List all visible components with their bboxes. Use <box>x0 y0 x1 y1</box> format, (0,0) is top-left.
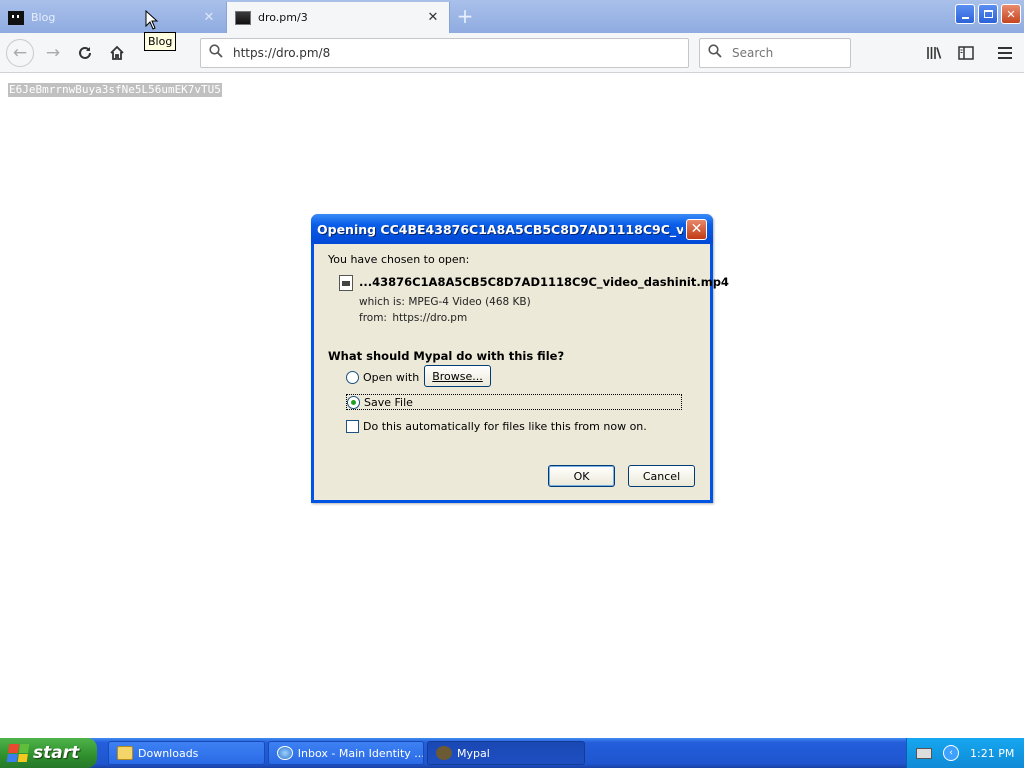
file-name: ...43876C1A8A5CB5C8D7AD1118C9C_video_das… <box>359 275 729 289</box>
close-icon: ✕ <box>690 221 703 237</box>
close-window-button[interactable]: ✕ <box>1001 4 1021 24</box>
taskbar-item-label: Inbox - Main Identity ... <box>297 746 423 760</box>
auto-action-label: Do this automatically for files like thi… <box>363 420 647 433</box>
windows-logo-icon <box>6 744 30 762</box>
dialog-title-bar[interactable]: Opening CC4BE43876C1A8A5CB5C8D7AD1118C9C… <box>311 214 713 244</box>
library-button[interactable] <box>923 42 945 64</box>
tab-label: Blog <box>31 11 56 24</box>
dialog-close-button[interactable]: ✕ <box>686 219 707 240</box>
sidebar-button[interactable] <box>955 42 977 64</box>
ok-button[interactable]: OK <box>548 465 615 487</box>
taskbar-item-label: Mypal <box>457 746 490 760</box>
blog-favicon-icon <box>8 10 24 25</box>
system-tray: ‹ 1:21 PM <box>906 738 1024 768</box>
sidebar-icon <box>958 46 974 60</box>
dro-favicon-icon <box>235 10 251 25</box>
file-type-row: which is: MPEG-4 Video (468 KB) <box>359 296 531 308</box>
close-tab-icon[interactable]: ✕ <box>201 10 217 25</box>
windows-taskbar: start Downloads Inbox - Main Identity ..… <box>0 738 1024 768</box>
opening-file-dialog: Opening CC4BE43876C1A8A5CB5C8D7AD1118C9C… <box>311 214 729 503</box>
taskbar-item-downloads[interactable]: Downloads <box>108 741 265 765</box>
file-type-value: MPEG-4 Video (468 KB) <box>408 296 531 308</box>
reload-icon <box>79 46 91 59</box>
selected-text[interactable]: E6JeBmrrnwBuya3sfNe5L56umEK7vTU5 <box>8 83 222 97</box>
open-with-radio[interactable] <box>346 371 359 384</box>
cancel-button[interactable]: Cancel <box>628 465 695 487</box>
search-input[interactable] <box>732 46 842 60</box>
save-file-radio[interactable] <box>347 395 360 409</box>
file-source-row: from: https://dro.pm <box>359 312 467 324</box>
tab-label: dro.pm/3 <box>258 11 308 24</box>
browse-button[interactable]: Browse... <box>424 365 491 387</box>
arrow-right-icon: → <box>45 43 61 63</box>
close-tab-icon[interactable]: ✕ <box>425 10 441 25</box>
dialog-body: You have chosen to open: ...43876C1A8A5C… <box>314 244 729 500</box>
mail-client-icon <box>277 746 293 760</box>
tab-blog[interactable]: Blog ✕ <box>0 2 225 33</box>
start-label: start <box>33 743 80 763</box>
action-question: What should Mypal do with this file? <box>328 349 565 363</box>
minimize-icon <box>961 17 969 19</box>
mouse-cursor-icon <box>145 10 159 30</box>
new-tab-plus-icon[interactable]: + <box>455 5 475 27</box>
mypal-icon <box>436 746 452 760</box>
minimize-window-button[interactable] <box>955 4 975 24</box>
from-label: from: <box>359 312 387 324</box>
save-file-label: Save File <box>364 395 413 409</box>
library-icon <box>927 47 942 59</box>
dialog-title: Opening CC4BE43876C1A8A5CB5C8D7AD1118C9C… <box>317 221 683 237</box>
close-icon: ✕ <box>1006 7 1016 21</box>
clock[interactable]: 1:21 PM <box>970 747 1014 760</box>
open-menu-button[interactable] <box>994 42 1016 64</box>
home-button[interactable] <box>104 40 130 66</box>
tab-tooltip: Blog <box>144 32 177 51</box>
open-with-option[interactable]: Open with <box>346 371 419 384</box>
forward-button[interactable]: → <box>40 40 66 66</box>
reload-button[interactable] <box>72 40 98 66</box>
restore-window-button[interactable] <box>978 4 998 24</box>
folder-icon <box>117 746 133 760</box>
tab-dro-pm[interactable]: dro.pm/3 ✕ <box>226 2 450 33</box>
keyboard-icon[interactable] <box>916 747 932 759</box>
chosen-label: You have chosen to open: <box>328 253 470 266</box>
taskbar-item-label: Downloads <box>138 746 199 760</box>
search-box[interactable] <box>699 38 851 68</box>
which-is-label: which is: <box>359 296 405 308</box>
taskbar-item-mypal[interactable]: Mypal <box>427 741 585 765</box>
auto-action-checkbox[interactable] <box>346 420 359 433</box>
restore-icon <box>983 10 993 18</box>
address-url: https://dro.pm/8 <box>233 46 331 60</box>
taskbar-item-inbox[interactable]: Inbox - Main Identity ... <box>268 741 424 765</box>
open-with-label: Open with <box>363 371 420 384</box>
video-file-icon <box>339 275 353 291</box>
back-button[interactable]: ← <box>6 39 34 67</box>
start-button[interactable]: start <box>0 738 97 768</box>
hamburger-menu-icon <box>998 47 1012 59</box>
show-hidden-icons-icon[interactable]: ‹ <box>943 745 959 761</box>
save-file-option[interactable]: Save File <box>346 394 682 410</box>
arrow-left-icon: ← <box>12 43 28 63</box>
search-icon <box>708 44 726 62</box>
file-source-value: https://dro.pm <box>392 312 468 324</box>
address-bar[interactable]: https://dro.pm/8 <box>200 38 689 68</box>
search-icon <box>209 44 227 62</box>
home-icon <box>110 45 124 60</box>
auto-action-option[interactable]: Do this automatically for files like thi… <box>346 420 647 433</box>
